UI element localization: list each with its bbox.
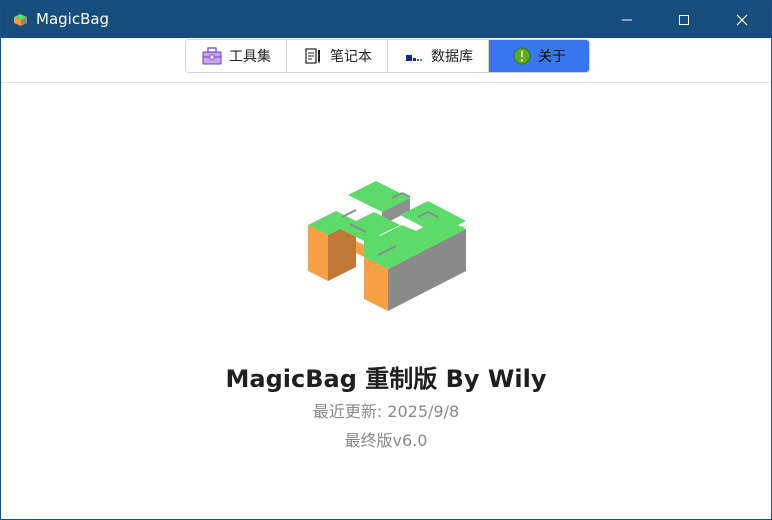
notebook-icon xyxy=(302,46,324,66)
app-window: MagicBag 工具集 笔记本 数据库 关于 MagicBag 重制版 By … xyxy=(0,0,772,520)
about-panel: MagicBag 重制版 By Wily 最近更新: 2025/9/8 最终版v… xyxy=(1,83,771,519)
minimize-button[interactable] xyxy=(598,1,656,38)
tab-bar: 工具集 笔记本 数据库 关于 xyxy=(1,38,771,83)
last-updated-text: 最近更新: 2025/9/8 xyxy=(312,402,460,421)
window-title: MagicBag xyxy=(36,10,110,28)
tab-tools[interactable]: 工具集 xyxy=(186,40,287,72)
maximize-button[interactable] xyxy=(655,1,713,38)
tab-group: 工具集 笔记本 数据库 关于 xyxy=(185,39,590,73)
toolbox-icon xyxy=(201,46,223,66)
close-button[interactable] xyxy=(713,1,771,38)
magicbag-logo-icon xyxy=(306,181,468,311)
app-icon xyxy=(12,11,29,28)
database-icon xyxy=(403,46,425,66)
close-icon xyxy=(736,14,748,25)
minimize-icon xyxy=(622,19,632,20)
info-icon xyxy=(512,46,532,66)
tab-about-label: 关于 xyxy=(538,49,566,65)
tab-about[interactable]: 关于 xyxy=(489,40,589,72)
tab-database[interactable]: 数据库 xyxy=(388,40,489,72)
tab-notes[interactable]: 笔记本 xyxy=(287,40,388,72)
tab-tools-label: 工具集 xyxy=(229,49,271,65)
tab-notes-label: 笔记本 xyxy=(330,49,372,65)
version-text: 最终版v6.0 xyxy=(344,431,428,450)
tab-database-label: 数据库 xyxy=(431,49,473,65)
title-bar[interactable]: MagicBag xyxy=(1,1,771,38)
maximize-icon xyxy=(679,14,689,25)
about-headline: MagicBag 重制版 By Wily xyxy=(225,365,547,393)
